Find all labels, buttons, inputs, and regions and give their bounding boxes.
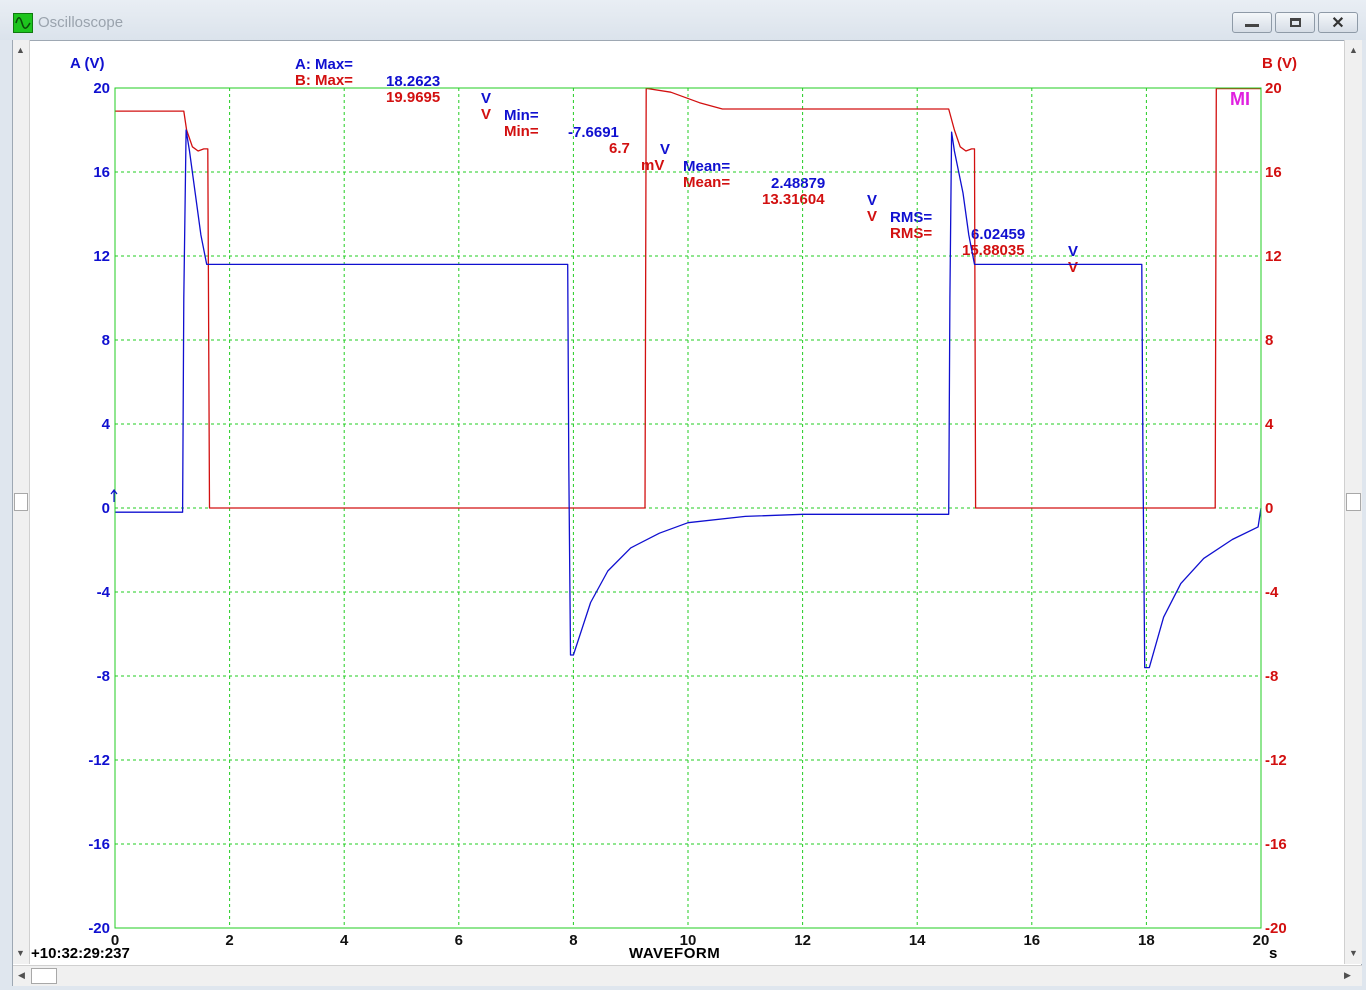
x-tick-label: 12 [794, 932, 811, 949]
x-tick-label: 4 [340, 932, 349, 949]
left-y-tick-label: 16 [93, 164, 110, 181]
right-y-tick-label: -16 [1265, 836, 1287, 853]
left-y-tick-label: -16 [88, 836, 110, 853]
left-y-tick-label: -20 [88, 920, 110, 937]
x-axis-title: WAVEFORM [629, 945, 721, 962]
right-y-tick-label: -20 [1265, 920, 1287, 937]
right-y-tick-label: -8 [1265, 668, 1278, 685]
left-y-tick-label: -12 [88, 752, 110, 769]
x-tick-label: 8 [569, 932, 577, 949]
timestamp: +10:32:29:237 [31, 945, 130, 962]
x-tick-label: 16 [1023, 932, 1040, 949]
right-y-tick-label: -4 [1265, 584, 1279, 601]
oscilloscope-chart[interactable]: 0 2 4 6 8 10 12 14 16 18 20-20 -20-16 -16-12 -12-8 -8-… [0, 0, 1366, 990]
x-tick-label: 18 [1138, 932, 1155, 949]
left-y-tick-label: -8 [97, 668, 110, 685]
x-tick-label: 2 [225, 932, 233, 949]
right-y-tick-label: 8 [1265, 332, 1273, 349]
left-y-tick-label: 20 [93, 80, 110, 97]
marker-label: MI [1230, 89, 1250, 109]
right-y-tick-label: 16 [1265, 164, 1282, 181]
right-y-tick-label: 0 [1265, 500, 1273, 517]
left-y-tick-label: 12 [93, 248, 110, 265]
left-y-tick-label: 0 [102, 500, 110, 517]
x-axis-unit: s [1269, 945, 1278, 962]
x-tick-label: 14 [909, 932, 926, 949]
trigger-marker-icon[interactable] [110, 489, 118, 502]
right-y-tick-label: -12 [1265, 752, 1287, 769]
left-y-tick-label: 4 [102, 416, 111, 433]
right-y-tick-label: 4 [1265, 416, 1274, 433]
right-y-tick-label: 20 [1265, 80, 1282, 97]
left-y-tick-label: -4 [97, 584, 111, 601]
right-y-tick-label: 12 [1265, 248, 1282, 265]
left-y-tick-label: 8 [102, 332, 110, 349]
x-tick-label: 6 [455, 932, 463, 949]
